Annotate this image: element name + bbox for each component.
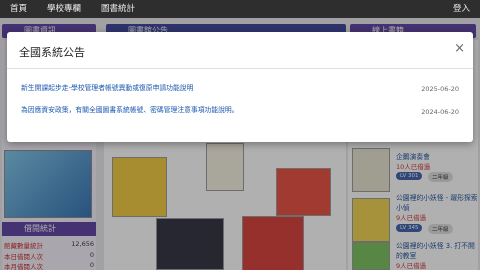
system-announcement-modal: 全國系統公告 × 新生開課起步走-學校管理者帳號異動或復原申請功能說明 2025… [7, 32, 473, 142]
notice-link[interactable]: 為因應資安政策，有關全國圖書系統帳號、密碼管理注意事項功能說明。 [21, 104, 239, 114]
login-link[interactable]: 登入 [443, 0, 480, 18]
top-navigation-bar: 首頁 學校專欄 圖書統計 登入 [0, 0, 480, 18]
nav-school-column[interactable]: 學校專欄 [37, 0, 91, 18]
notice-date: 2024-06-20 [421, 108, 459, 116]
nav-home[interactable]: 首頁 [0, 0, 37, 18]
close-icon[interactable]: × [454, 41, 465, 56]
modal-title: 全國系統公告 [19, 46, 85, 59]
notice-link[interactable]: 新生開課起步走-學校管理者帳號異動或復原申請功能說明 [21, 82, 193, 92]
nav-library-stats[interactable]: 圖書統計 [91, 0, 145, 18]
notice-date: 2025-06-20 [421, 85, 459, 93]
modal-divider [7, 68, 473, 69]
